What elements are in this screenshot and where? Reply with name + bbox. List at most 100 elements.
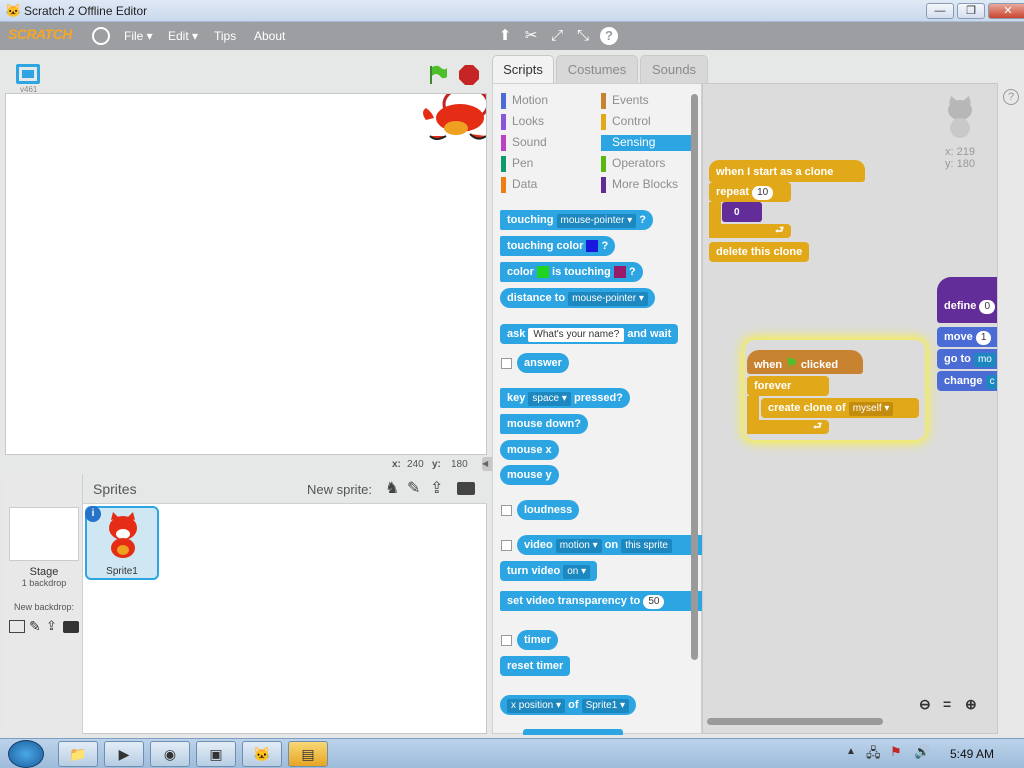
block-forever[interactable]: forever — [747, 376, 829, 396]
category-sensing[interactable]: Sensing — [601, 135, 693, 151]
start-button[interactable] — [8, 740, 44, 768]
timer-checkbox[interactable] — [501, 635, 512, 646]
block-answer[interactable]: answer — [517, 353, 569, 373]
menu-edit[interactable]: Edit ▾ — [168, 29, 198, 43]
block-key-pressed[interactable]: key space ▾ pressed? — [500, 388, 630, 408]
sprite-library-icon[interactable]: ♞ — [385, 478, 399, 498]
block-distance-to[interactable]: distance to mouse-pointer ▾ — [500, 288, 655, 308]
block-repeat[interactable]: repeat 10 — [709, 182, 791, 202]
block-go-to[interactable]: go to mo — [937, 349, 997, 369]
block-ask-and-wait[interactable]: ask What's your name? and wait — [500, 324, 679, 344]
menu-about[interactable]: About — [254, 29, 285, 43]
close-button[interactable]: ✕ — [988, 3, 1024, 19]
taskbar-scratch[interactable]: 🐱 — [242, 741, 282, 767]
color-swatch-green[interactable] — [536, 266, 549, 279]
category-pen[interactable]: Pen — [501, 156, 593, 172]
volume-icon[interactable]: 🔊 — [914, 744, 930, 760]
category-operators[interactable]: Operators — [601, 156, 693, 172]
scratch-logo[interactable]: SCRATCH — [8, 26, 72, 46]
help-icon[interactable]: ? — [600, 27, 618, 45]
shrink-icon[interactable]: ⤡ — [574, 27, 592, 45]
loudness-checkbox[interactable] — [501, 505, 512, 516]
block-color-touching-color[interactable]: color is touching ? — [500, 262, 643, 282]
presentation-mode-icon[interactable] — [16, 64, 40, 84]
camera-backdrop-icon[interactable] — [63, 621, 79, 633]
paint-backdrop-icon[interactable]: ✎ — [29, 618, 41, 635]
block-touching-color[interactable]: touching color ? — [500, 236, 616, 256]
zoom-reset-icon[interactable]: = — [943, 696, 951, 712]
block-create-clone-of[interactable]: create clone of myself ▾ — [761, 398, 919, 418]
tray-arrow-icon[interactable]: ▲ — [846, 746, 856, 757]
stage-canvas[interactable] — [5, 93, 487, 455]
menu-file[interactable]: File ▾ — [124, 29, 153, 43]
palette-scrollbar[interactable] — [691, 94, 698, 660]
taskbar-media-player[interactable]: ▶ — [104, 741, 144, 767]
tab-sounds[interactable]: Sounds — [640, 55, 708, 83]
stamp-icon[interactable]: ⬆ — [496, 27, 514, 45]
paint-sprite-icon[interactable]: ✎ — [407, 478, 420, 498]
block-turn-video[interactable]: turn video on ▾ — [500, 561, 598, 581]
block-loudness[interactable]: loudness — [517, 500, 580, 520]
block-delete-this-clone[interactable]: delete this clone — [709, 242, 810, 262]
scripts-horizontal-scrollbar[interactable] — [707, 718, 883, 725]
tab-scripts[interactable]: Scripts — [492, 55, 554, 83]
color-swatch-purple[interactable] — [613, 266, 626, 279]
taskbar-explorer[interactable]: 📁 — [58, 741, 98, 767]
block-when-flag-clicked[interactable]: when ⚑ clicked — [747, 350, 863, 374]
zoom-out-icon[interactable]: ⊖ — [919, 696, 931, 713]
zoom-in-icon[interactable]: ⊕ — [965, 696, 977, 713]
tab-costumes[interactable]: Costumes — [556, 55, 638, 83]
category-control[interactable]: Control — [601, 114, 693, 130]
cut-icon[interactable]: ✂ — [522, 27, 540, 45]
ask-input[interactable]: What's your name? — [528, 328, 625, 342]
scripts-area[interactable]: x: 219 y: 180 when I start as a clone re… — [702, 83, 998, 734]
grow-icon[interactable]: ⤢ — [548, 27, 566, 45]
color-swatch-blue[interactable] — [586, 240, 599, 253]
category-sound[interactable]: Sound — [501, 135, 593, 151]
block-reset-timer[interactable]: reset timer — [500, 656, 571, 676]
maximize-button[interactable]: ❐ — [957, 3, 985, 19]
category-motion[interactable]: Motion — [501, 93, 593, 109]
help-circle-icon[interactable]: ? — [1003, 89, 1019, 105]
category-more-blocks[interactable]: More Blocks — [601, 177, 693, 193]
block-timer[interactable]: timer — [517, 630, 558, 650]
category-data[interactable]: Data — [501, 177, 593, 193]
category-events[interactable]: Events — [601, 93, 693, 109]
sprite-y-readout: y: 180 — [945, 158, 975, 170]
answer-checkbox[interactable] — [501, 358, 512, 369]
touching-dropdown[interactable]: mouse-pointer ▾ — [556, 214, 637, 228]
taskbar-chrome[interactable]: ◉ — [150, 741, 190, 767]
taskbar-active-app[interactable]: ▤ — [288, 741, 328, 767]
camera-sprite-icon[interactable] — [457, 482, 475, 495]
stop-sign-icon[interactable] — [458, 64, 480, 86]
backdrop-library-icon[interactable] — [9, 620, 25, 633]
block-mouse-x[interactable]: mouse x — [500, 440, 559, 460]
taskbar-control-panel[interactable]: ▣ — [196, 741, 236, 767]
block-touching[interactable]: touching mouse-pointer ▾ ? — [500, 210, 654, 230]
block-custom-zero[interactable]: 0 — [722, 202, 762, 222]
sprite1-thumbnail[interactable]: i Sprite1 — [85, 506, 159, 580]
video-checkbox[interactable] — [501, 540, 512, 551]
block-when-start-as-clone[interactable]: when I start as a clone — [709, 160, 865, 182]
action-center-icon[interactable]: ⚑ — [890, 744, 902, 760]
menu-tips[interactable]: Tips — [214, 29, 236, 43]
language-globe-icon[interactable] — [92, 27, 110, 45]
sprite-cat-on-stage[interactable] — [416, 93, 487, 146]
stage-thumbnail[interactable] — [9, 507, 79, 561]
category-looks[interactable]: Looks — [501, 114, 593, 130]
block-attribute-of[interactable]: x position ▾ of Sprite1 ▾ — [500, 695, 637, 715]
upload-backdrop-icon[interactable]: ⇪ — [46, 618, 57, 634]
block-define[interactable]: define 0 — [937, 277, 997, 323]
minimize-button[interactable]: — — [926, 3, 954, 19]
block-set-video-transparency[interactable]: set video transparency to 50 — [500, 591, 703, 611]
upload-sprite-icon[interactable]: ⇪ — [430, 478, 443, 498]
green-flag-icon[interactable] — [427, 64, 449, 86]
cat-sprite-icon — [109, 512, 137, 558]
block-mouse-down[interactable]: mouse down? — [500, 414, 588, 434]
block-mouse-y[interactable]: mouse y — [500, 465, 559, 485]
block-move[interactable]: move 1 — [937, 327, 997, 347]
block-change[interactable]: change c — [937, 371, 997, 391]
network-icon[interactable]: 🖧 — [866, 744, 881, 766]
block-video-on[interactable]: video motion ▾ on this sprite — [517, 535, 703, 555]
collapse-stage-arrow[interactable]: ◀ — [482, 457, 492, 471]
